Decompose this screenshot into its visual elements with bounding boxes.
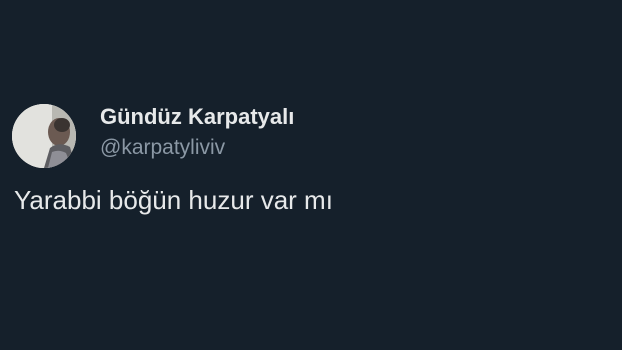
author-handle[interactable]: @karpatyliviv — [100, 134, 225, 162]
avatar[interactable] — [12, 104, 76, 168]
tweet-card: Gündüz Karpatyalı @karpatyliviv Yarabbi … — [0, 0, 622, 350]
profile-photo-image — [12, 104, 76, 168]
author-display-name[interactable]: Gündüz Karpatyalı — [100, 103, 294, 131]
tweet-text: Yarabbi böğün huzur var mı — [14, 185, 333, 215]
